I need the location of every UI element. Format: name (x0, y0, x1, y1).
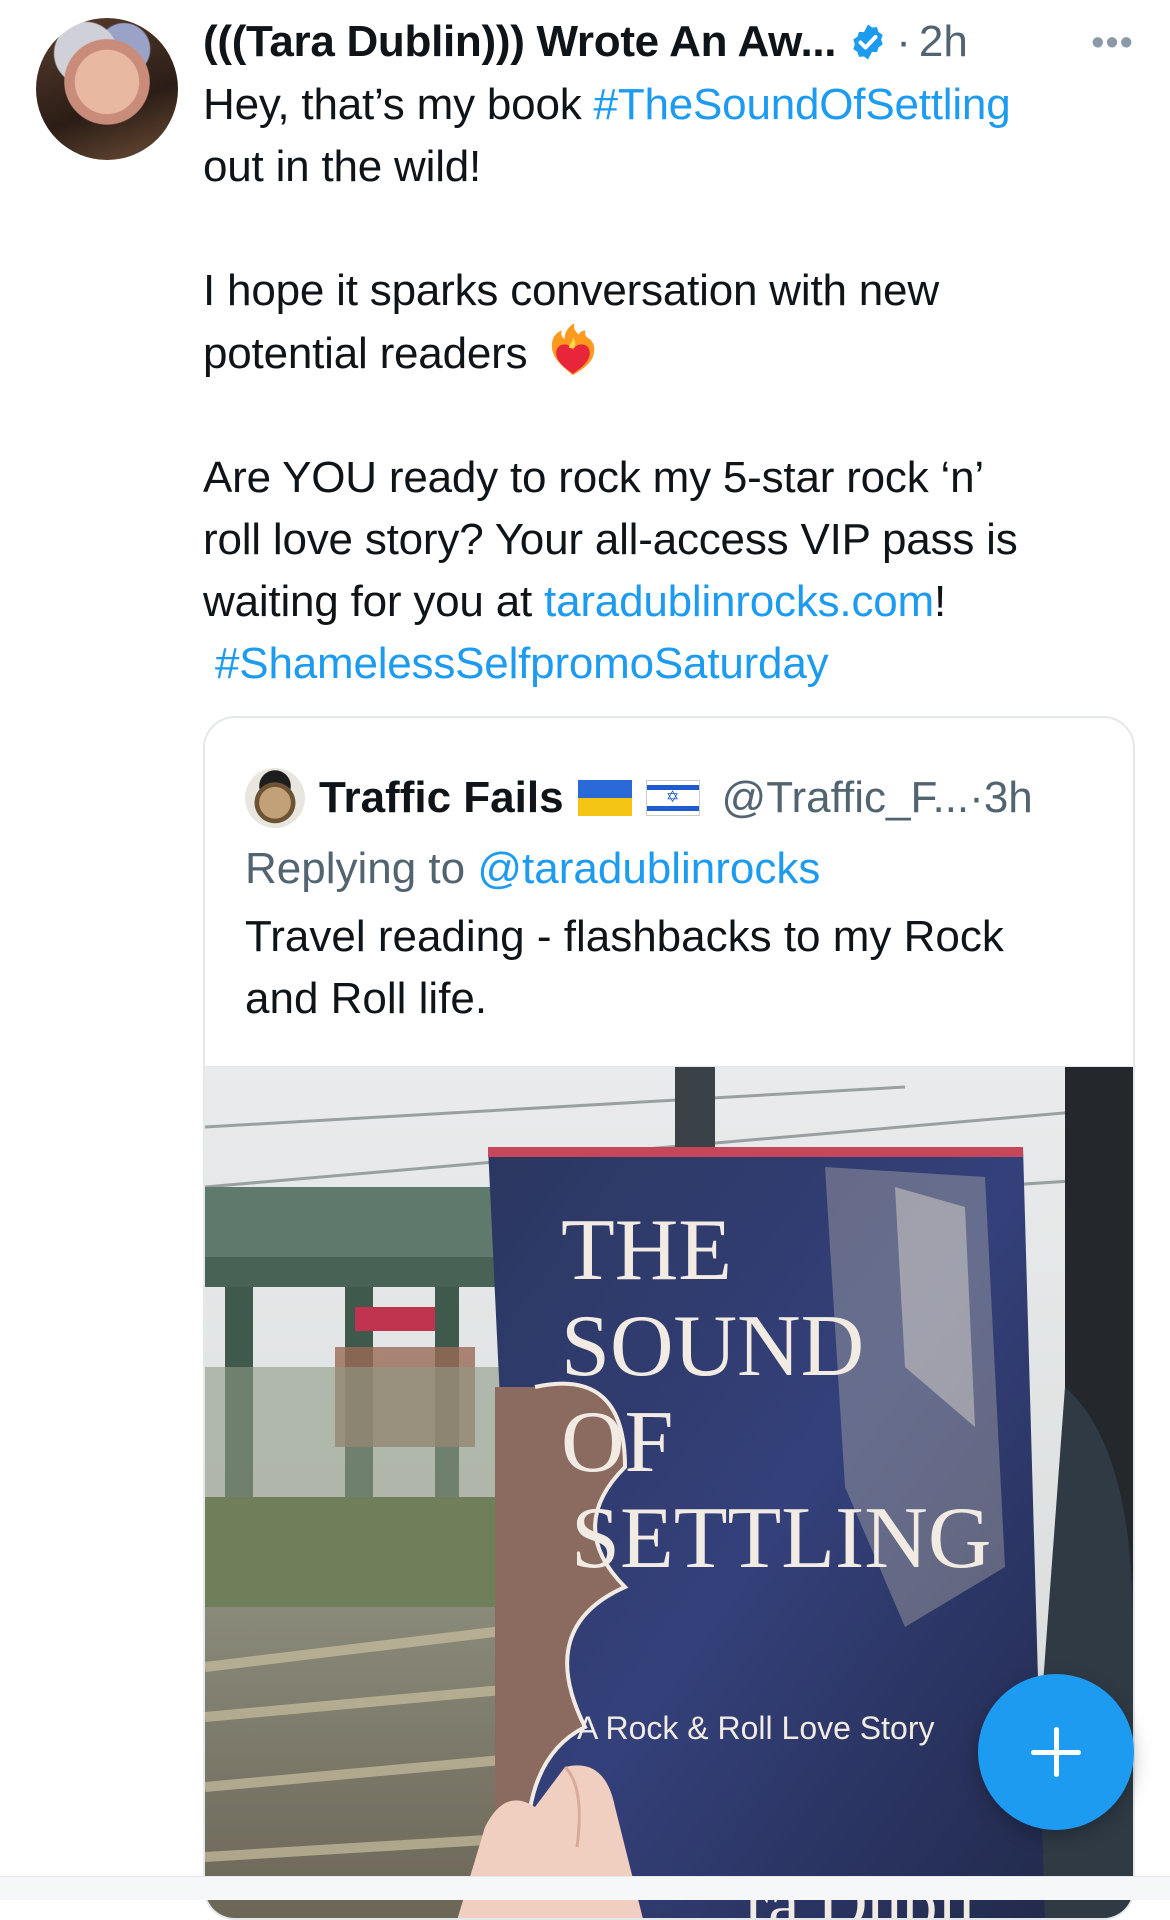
ukraine-flag-icon (577, 780, 632, 816)
israel-flag-icon: ✡ (645, 780, 700, 816)
quoted-author-name[interactable]: Traffic Fails (319, 773, 564, 823)
book-title-line-3: OF (561, 1394, 674, 1491)
tweet-text-part: Hey, that’s my book (203, 80, 594, 129)
quoted-tweet-header: Traffic Fails ✡ @Traffic_F... · 3h (245, 766, 1033, 830)
header-separator: · (896, 17, 911, 66)
book-subtitle: A Rock & Roll Love Story (577, 1710, 934, 1746)
verified-badge-icon (853, 24, 883, 60)
more-options-icon[interactable]: ••• (1091, 22, 1134, 65)
hashtag-link[interactable]: #ShamelessSelfpromoSaturday (215, 639, 829, 688)
author-name[interactable]: (((Tara Dublin))) Wrote An Aw... (203, 17, 837, 67)
quoted-time-separator: · (969, 773, 984, 822)
heart-on-fire-emoji-icon (552, 323, 595, 376)
tweet-text: Hey, that’s my book #TheSoundOfSettling … (203, 74, 1133, 695)
website-link[interactable]: taradublinrocks.com (544, 577, 934, 626)
tweet-time[interactable]: 2h (919, 17, 968, 67)
quoted-author-avatar[interactable] (245, 768, 305, 828)
replying-to: Replying to @taradublinrocks (245, 844, 820, 894)
plus-icon (1031, 1727, 1081, 1777)
book-title-line-4: SETTLING (571, 1490, 991, 1587)
quoted-author-handle[interactable]: @Traffic_F... (722, 773, 970, 823)
bottom-bar-edge (0, 1876, 1170, 1900)
book-title-line-2: SOUND (561, 1298, 864, 1395)
quoted-tweet-text: Travel reading - flashbacks to my Rock a… (245, 912, 1004, 1023)
hashtag-link[interactable]: #TheSoundOfSettling (594, 80, 1011, 129)
author-avatar[interactable] (36, 18, 178, 160)
replying-to-prefix: Replying to (245, 844, 478, 893)
compose-button[interactable] (978, 1674, 1134, 1830)
tweet-header: (((Tara Dublin))) Wrote An Aw... · 2h ••… (203, 12, 1138, 72)
replying-to-handle[interactable]: @taradublinrocks (477, 844, 820, 893)
book-title-line-1: THE (561, 1202, 732, 1299)
quoted-tweet-time[interactable]: 3h (984, 773, 1033, 823)
